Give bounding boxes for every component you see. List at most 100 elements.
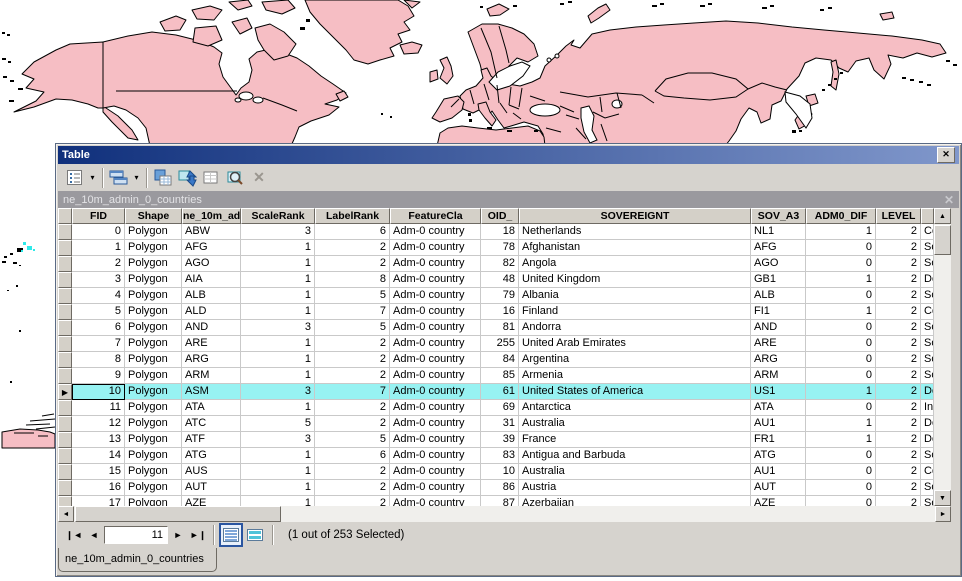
cell[interactable]: Adm-0 country [390,240,481,256]
cell[interactable]: ARG [182,352,241,368]
cell[interactable]: So [921,496,934,506]
cell[interactable]: 3 [72,272,125,288]
cell[interactable]: Co [921,224,934,240]
cell[interactable]: 2 [315,416,390,432]
cell[interactable]: ARM [751,368,806,384]
column-header-ADM0_DIF[interactable]: ADM0_DIF [806,208,876,224]
scroll-down-icon[interactable]: ▼ [934,490,951,506]
cell[interactable]: ARE [751,336,806,352]
related-tables-dropdown-icon[interactable]: ▾ [131,166,142,190]
row-selector[interactable] [58,288,72,304]
cell[interactable]: ATG [182,448,241,464]
cell[interactable]: 7 [72,336,125,352]
row-selector[interactable] [58,400,72,416]
cell[interactable]: Polygon [125,240,182,256]
cell[interactable]: 2 [315,256,390,272]
cell[interactable]: Antarctica [519,400,751,416]
row-marker-header[interactable] [58,208,72,224]
column-header-ne_10m_adm[interactable]: ne_10m_adm [182,208,241,224]
cell[interactable]: 2 [876,304,921,320]
window-titlebar[interactable]: Table ✕ [58,146,959,164]
cell[interactable]: 5 [241,416,315,432]
table-options-icon[interactable] [63,166,87,190]
cell[interactable]: 2 [876,400,921,416]
cell[interactable]: 1 [241,352,315,368]
cell[interactable]: 2 [876,224,921,240]
cell[interactable]: 2 [876,352,921,368]
cell[interactable]: Adm-0 country [390,448,481,464]
cell[interactable]: So [921,320,934,336]
cell[interactable]: 5 [315,320,390,336]
column-header-SOVEREIGNT[interactable]: SOVEREIGNT [519,208,751,224]
window-close-button[interactable]: ✕ [937,147,955,163]
cell[interactable]: Adm-0 country [390,432,481,448]
cell[interactable]: Adm-0 country [390,384,481,400]
cell[interactable]: 14 [72,448,125,464]
row-selector[interactable] [58,464,72,480]
cell[interactable]: 2 [876,288,921,304]
cell[interactable]: Polygon [125,288,182,304]
cell[interactable]: Adm-0 country [390,272,481,288]
cell[interactable]: Adm-0 country [390,464,481,480]
cell[interactable]: AZE [751,496,806,506]
switch-selection-icon[interactable] [175,166,199,190]
cell[interactable]: 0 [806,288,876,304]
cell[interactable]: Adm-0 country [390,336,481,352]
cell[interactable]: AUS [182,464,241,480]
cell[interactable]: De [921,416,934,432]
cell[interactable]: 0 [806,336,876,352]
cell[interactable]: AU1 [751,464,806,480]
cell[interactable]: Polygon [125,384,182,400]
cell[interactable]: 1 [806,224,876,240]
cell[interactable]: So [921,336,934,352]
cell[interactable]: 1 [241,400,315,416]
cell[interactable]: 0 [806,400,876,416]
column-header-OID_[interactable]: OID_ [481,208,519,224]
cell[interactable]: 0 [72,224,125,240]
cell[interactable]: 1 [241,480,315,496]
cell[interactable]: 2 [876,240,921,256]
cell[interactable]: 39 [481,432,519,448]
cell[interactable]: 0 [806,448,876,464]
cell[interactable]: 5 [315,288,390,304]
cell[interactable]: 2 [876,336,921,352]
cell[interactable]: 12 [72,416,125,432]
cell[interactable]: 0 [806,256,876,272]
current-record-input[interactable] [104,526,168,544]
row-selector[interactable] [58,480,72,496]
cell[interactable]: Polygon [125,256,182,272]
cell[interactable]: Afghanistan [519,240,751,256]
cell[interactable]: Polygon [125,352,182,368]
column-header-SOV_A3[interactable]: SOV_A3 [751,208,806,224]
cell[interactable]: 2 [876,480,921,496]
cell[interactable]: So [921,368,934,384]
cell[interactable]: Polygon [125,272,182,288]
cell[interactable]: 2 [876,448,921,464]
cell[interactable]: Azerbaijan [519,496,751,506]
cell[interactable]: 2 [72,256,125,272]
cell[interactable]: 1 [241,464,315,480]
cell[interactable]: 2 [876,368,921,384]
cell[interactable]: 2 [876,256,921,272]
row-selector[interactable] [58,416,72,432]
cell[interactable]: So [921,256,934,272]
cell[interactable]: 6 [72,320,125,336]
cell[interactable]: De [921,272,934,288]
cell[interactable]: United Kingdom [519,272,751,288]
scroll-right-icon[interactable]: ► [935,506,951,522]
cell[interactable]: 1 [241,288,315,304]
tab-ne-10m-admin-0-countries[interactable]: ne_10m_admin_0_countries [58,548,217,572]
cell[interactable]: Co [921,304,934,320]
cell[interactable]: AGO [182,256,241,272]
table-options-dropdown-icon[interactable]: ▾ [87,166,98,190]
zoom-to-selected-icon[interactable] [223,166,247,190]
cell[interactable]: 7 [315,384,390,400]
cell[interactable]: 2 [315,352,390,368]
cell[interactable]: 1 [806,384,876,400]
row-selector[interactable] [58,352,72,368]
cell[interactable]: 6 [315,224,390,240]
cell[interactable]: Adm-0 country [390,256,481,272]
cell[interactable]: 31 [481,416,519,432]
cell[interactable]: 4 [72,288,125,304]
cell[interactable]: 2 [315,464,390,480]
